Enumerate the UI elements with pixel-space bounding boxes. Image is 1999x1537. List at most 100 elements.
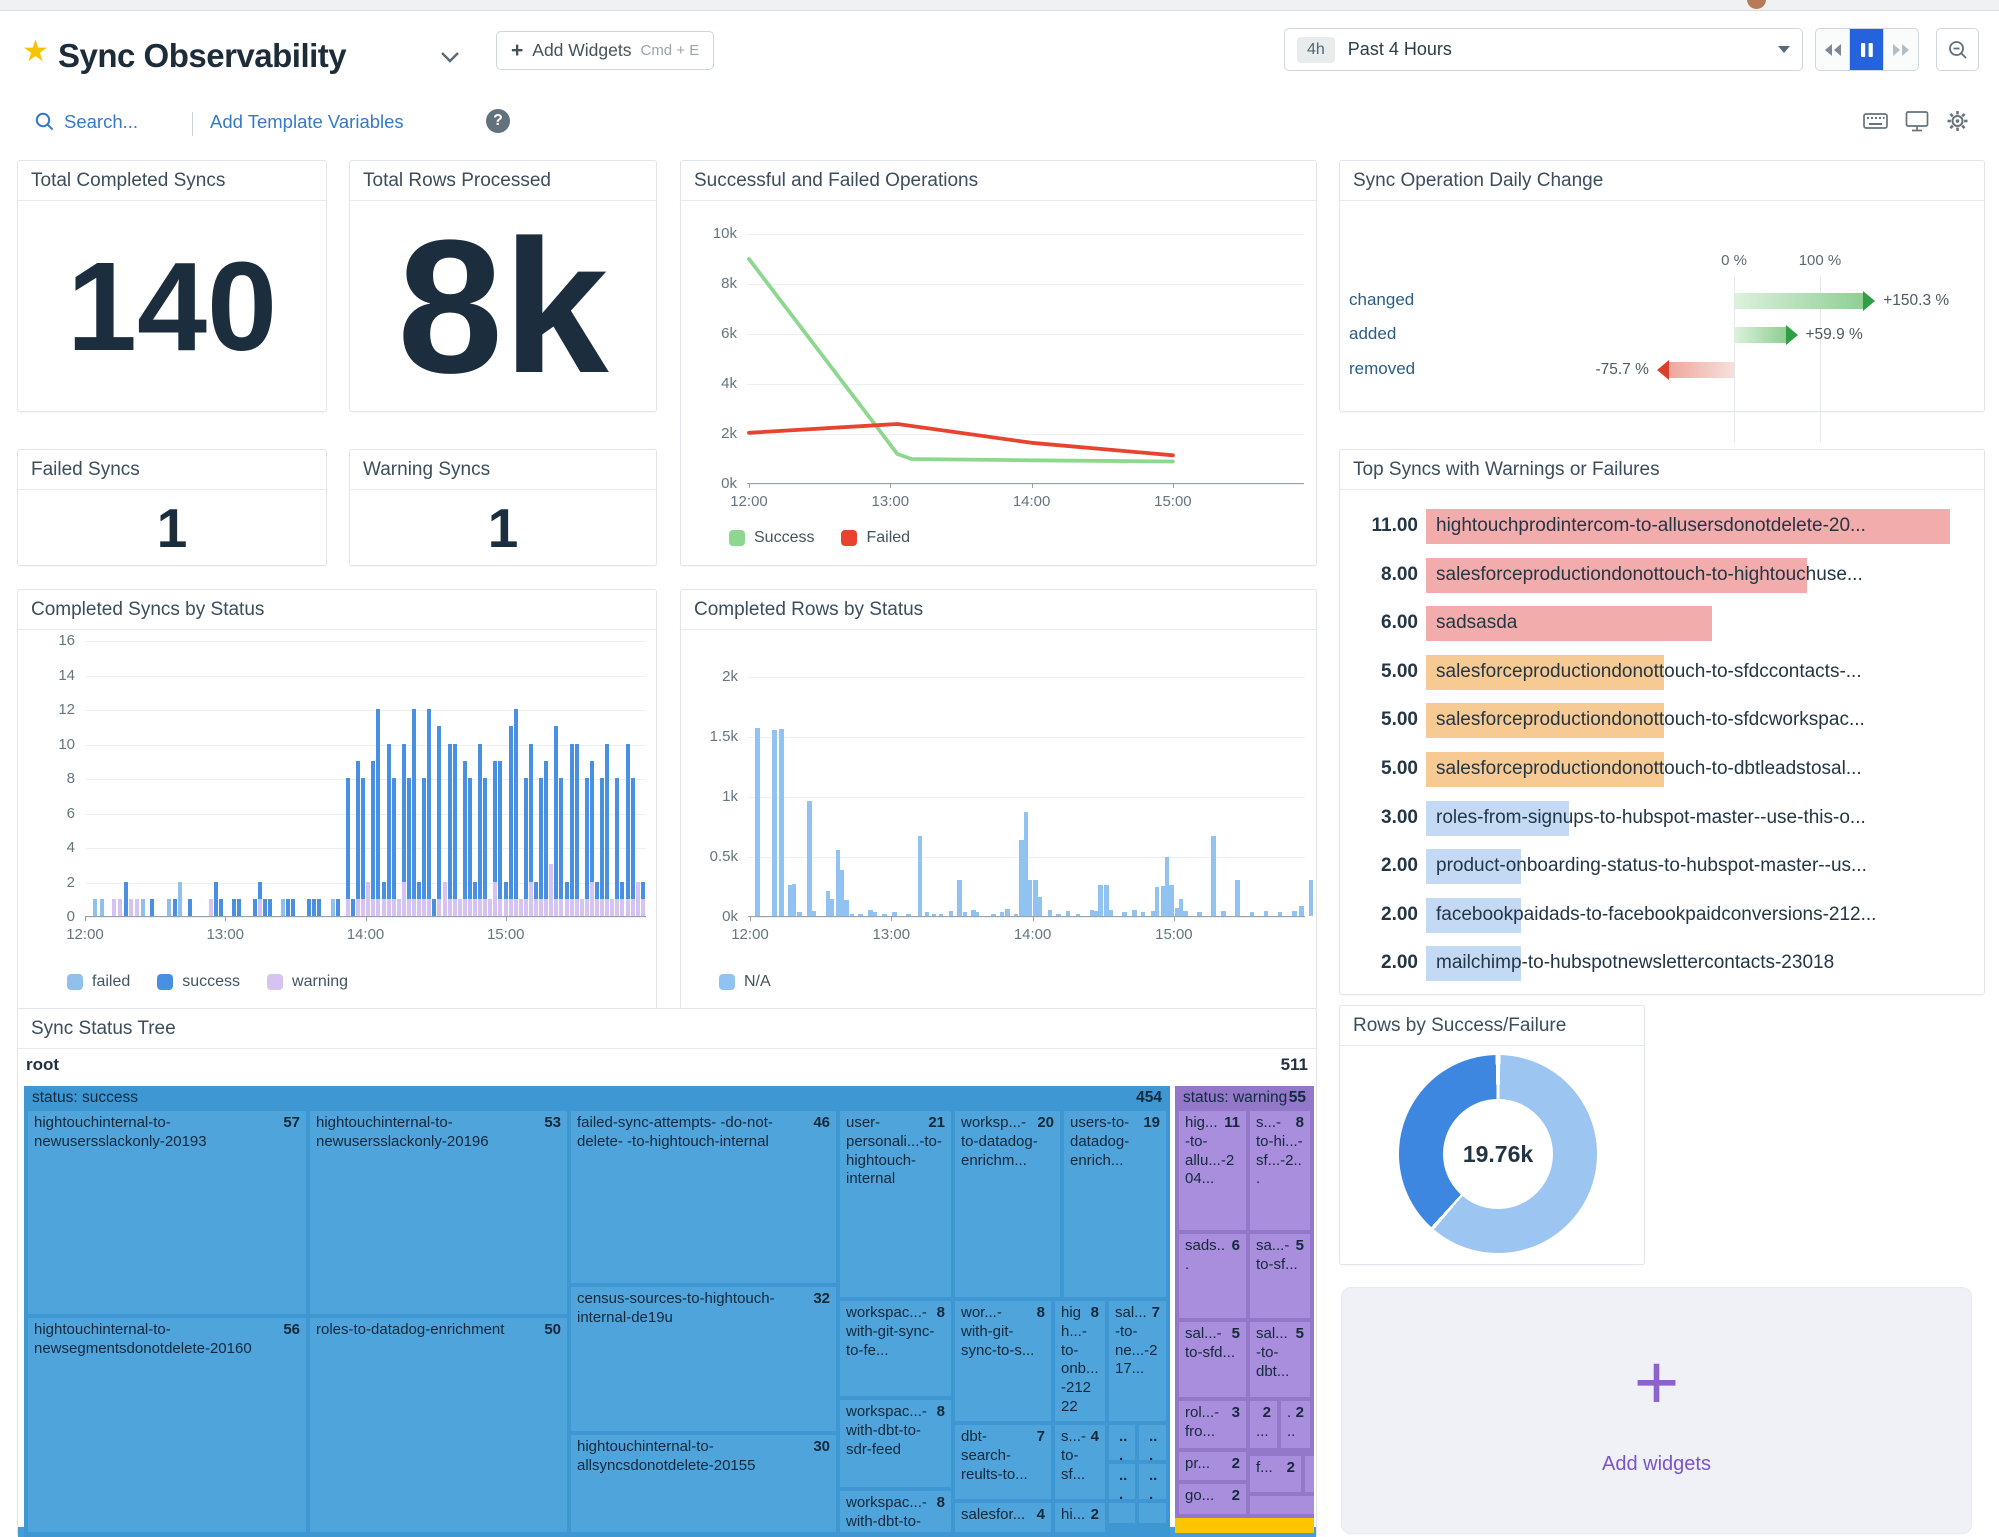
legend-item[interactable]: warning — [267, 973, 348, 991]
treemap-cell[interactable]: 2... — [1250, 1401, 1277, 1448]
treemap-cell[interactable] — [1250, 1496, 1314, 1514]
bar — [858, 914, 863, 916]
treemap-cell[interactable]: ...... — [1109, 1464, 1135, 1499]
treemap-cell[interactable]: 2hi... — [1055, 1503, 1105, 1532]
treemap-cell[interactable]: 2f... — [1250, 1456, 1301, 1492]
treemap-cell[interactable]: 3rol...-fro... — [1179, 1401, 1246, 1448]
widget-total-rows-processed[interactable]: Total Rows Processed 8k — [349, 160, 657, 412]
treemap-cell[interactable]: 8wor...-with-git-sync-to-s... — [955, 1301, 1051, 1421]
widget-top-syncs[interactable]: Top Syncs with Warnings or Failures 11.0… — [1339, 449, 1985, 995]
treemap-cell[interactable]: 50roles-to-datadog-enrichment — [310, 1318, 567, 1532]
widget-rows-by-success-failure[interactable]: Rows by Success/Failure 19.76k — [1339, 1005, 1645, 1265]
treemap-cell[interactable]: 4salesfor... — [955, 1503, 1051, 1532]
avatar[interactable] — [1747, 0, 1766, 9]
bar-segment-w — [443, 882, 447, 917]
bar — [812, 911, 817, 916]
chevron-down-icon[interactable] — [440, 51, 460, 63]
toplist-row[interactable]: 2.00mailchimp-to-hubspotnewslettercontac… — [1340, 939, 1984, 988]
treemap-cell[interactable]: ...... — [1139, 1425, 1166, 1460]
toplist-row[interactable]: 11.00hightouchprodintercom-to-allusersdo… — [1340, 502, 1984, 551]
widget-sync-operation-daily-change[interactable]: Sync Operation Daily Change 0 %100 %chan… — [1339, 160, 1985, 412]
widget-total-completed-syncs[interactable]: Total Completed Syncs 140 — [17, 160, 327, 412]
keyboard-shortcuts-icon[interactable] — [1862, 109, 1889, 133]
playback-controls — [1815, 28, 1919, 71]
zoom-out-button[interactable] — [1936, 28, 1979, 71]
widget-warning-syncs[interactable]: Warning Syncs 1 — [349, 449, 657, 566]
tv-mode-icon[interactable] — [1904, 109, 1930, 133]
toplist-row[interactable]: 5.00salesforceproductiondonottouch-to-sf… — [1340, 648, 1984, 697]
legend-item[interactable]: success — [157, 973, 240, 991]
treemap-cell[interactable]: 7dbt-search-reults-to... — [955, 1425, 1051, 1499]
treemap-cell[interactable]: ...... — [1139, 1464, 1166, 1499]
treemap-cell[interactable]: 57hightouchinternal-to-newusersslackonly… — [28, 1111, 306, 1314]
legend-item[interactable]: failed — [67, 973, 130, 991]
toplist-row[interactable]: 5.00salesforceproductiondonottouch-to-db… — [1340, 745, 1984, 794]
add-widgets-panel[interactable]: + Add widgets — [1341, 1287, 1972, 1534]
widget-failed-syncs[interactable]: Failed Syncs 1 — [17, 449, 327, 566]
treemap-cell[interactable]: 8workspac...-with-git-sync-to-fe... — [840, 1301, 951, 1396]
treemap-cell[interactable] — [1139, 1503, 1166, 1523]
treemap-cell[interactable]: 5sal...-to-dbt... — [1250, 1322, 1310, 1397]
treemap-cell[interactable]: ...... — [1109, 1425, 1135, 1460]
treemap-cell[interactable]: 19users-to-datadog-enrich... — [1064, 1111, 1166, 1297]
add-widgets-button[interactable]: + Add Widgets Cmd + E — [496, 31, 714, 70]
pause-button[interactable] — [1850, 29, 1884, 70]
treemap-cell-label: worksp...-to-datadog-enrichm... — [961, 1114, 1038, 1169]
toplist-row[interactable]: 2.00product-onboarding-status-to-hubspot… — [1340, 842, 1984, 891]
toplist-row[interactable]: 6.00sadsasda — [1340, 599, 1984, 648]
search-control[interactable]: Search... — [34, 111, 138, 133]
legend-item[interactable]: Failed — [841, 529, 910, 547]
gear-icon[interactable] — [1945, 109, 1970, 133]
bar-segment-s — [402, 744, 406, 882]
toplist-value: 3.00 — [1340, 807, 1418, 829]
treemap-cell[interactable] — [1109, 1503, 1135, 1523]
treemap-cell[interactable]: 30hightouchinternal-to-allsyncsdonotdele… — [571, 1435, 836, 1532]
toplist-row[interactable]: 5.00salesforceproductiondonottouch-to-sf… — [1340, 696, 1984, 745]
treemap-cell[interactable]: 32census-sources-to-hightouch-internal-d… — [571, 1287, 836, 1431]
treemap-cell[interactable]: 11hig...-to-allu...-204... — [1179, 1111, 1246, 1230]
treemap-cell[interactable]: 4s...-to-sf... — [1055, 1425, 1105, 1499]
treemap-cell[interactable]: 8high...-to-onb...-21222 — [1055, 1301, 1105, 1421]
widget-successful-failed-operations[interactable]: Successful and Failed Operations 0k2k4k6… — [680, 160, 1317, 566]
treemap-cell[interactable]: 20worksp...-to-datadog-enrichm... — [955, 1111, 1060, 1297]
change-value: +59.9 % — [1806, 326, 1863, 344]
add-template-variables-link[interactable]: Add Template Variables — [210, 111, 404, 133]
treemap-cell[interactable]: 2pr... — [1179, 1452, 1246, 1480]
time-range-picker[interactable]: 4h Past 4 Hours — [1284, 28, 1803, 71]
treemap-cell[interactable]: 7sal...-to-ne...-217... — [1109, 1301, 1166, 1421]
toplist: 11.00hightouchprodintercom-to-allusersdo… — [1340, 494, 1984, 994]
treemap-cell[interactable] — [1305, 1456, 1314, 1492]
skip-forward-button[interactable] — [1884, 29, 1918, 70]
toplist-row[interactable]: 8.00salesforceproductiondonottouch-to-hi… — [1340, 551, 1984, 600]
toplist-row[interactable]: 2.00facebookpaidads-to-facebookpaidconve… — [1340, 891, 1984, 940]
legend-item[interactable]: N/A — [719, 973, 771, 991]
toplist-row[interactable]: 3.00roles-from-signups-to-hubspot-master… — [1340, 794, 1984, 843]
treemap-cell[interactable]: 2... — [1281, 1401, 1310, 1448]
change-row-label[interactable]: added — [1349, 324, 1396, 344]
treemap-cell[interactable]: 8workspac...-with-dbt-to-sdr-feed — [840, 1400, 951, 1487]
treemap-cell[interactable]: 6sads... — [1179, 1234, 1246, 1318]
widget-completed-rows-by-status[interactable]: Completed Rows by Status 0k0.5k1k1.5k2k1… — [680, 589, 1317, 1010]
treemap-cell[interactable]: 2go... — [1179, 1484, 1246, 1514]
change-row-label[interactable]: removed — [1349, 359, 1415, 379]
treemap-cell[interactable]: 8workspac...-with-dbt-to-feed — [840, 1491, 951, 1532]
legend-item[interactable]: Success — [729, 529, 814, 547]
bar-segment-s — [559, 778, 563, 899]
widget-completed-syncs-by-status[interactable]: Completed Syncs by Status 02468101214161… — [17, 589, 657, 1010]
treemap-cell[interactable]: 21user-personali...-to-hightouch-interna… — [840, 1111, 951, 1297]
treemap-cell[interactable]: 5sa...-to-sf... — [1250, 1234, 1310, 1318]
treemap-cell[interactable]: 46failed-sync-attempts- -do-not-delete- … — [571, 1111, 836, 1283]
bar-segment-s — [286, 899, 290, 916]
treemap-cell[interactable]: 56hightouchinternal-to-newsegmentsdonotd… — [28, 1318, 306, 1532]
x-axis-label: 15:00 — [1142, 926, 1206, 943]
change-row-label[interactable]: changed — [1349, 290, 1414, 310]
widget-sync-status-tree[interactable]: Sync Status Tree root 511 ≡ status: succ… — [17, 1008, 1317, 1537]
favorite-star-icon[interactable]: ★ — [22, 37, 49, 67]
help-icon[interactable]: ? — [486, 109, 510, 133]
skip-back-button[interactable] — [1816, 29, 1850, 70]
treemap-root-label[interactable]: root — [26, 1055, 59, 1075]
treemap-cell-value: 4 — [1037, 1506, 1045, 1525]
treemap-cell[interactable]: 8s...-to-hi...-sf...-2... — [1250, 1111, 1310, 1230]
treemap-cell[interactable]: 53hightouchinternal-to-newusersslackonly… — [310, 1111, 567, 1314]
treemap-cell[interactable]: 5sal...-to-sfd... — [1179, 1322, 1246, 1397]
